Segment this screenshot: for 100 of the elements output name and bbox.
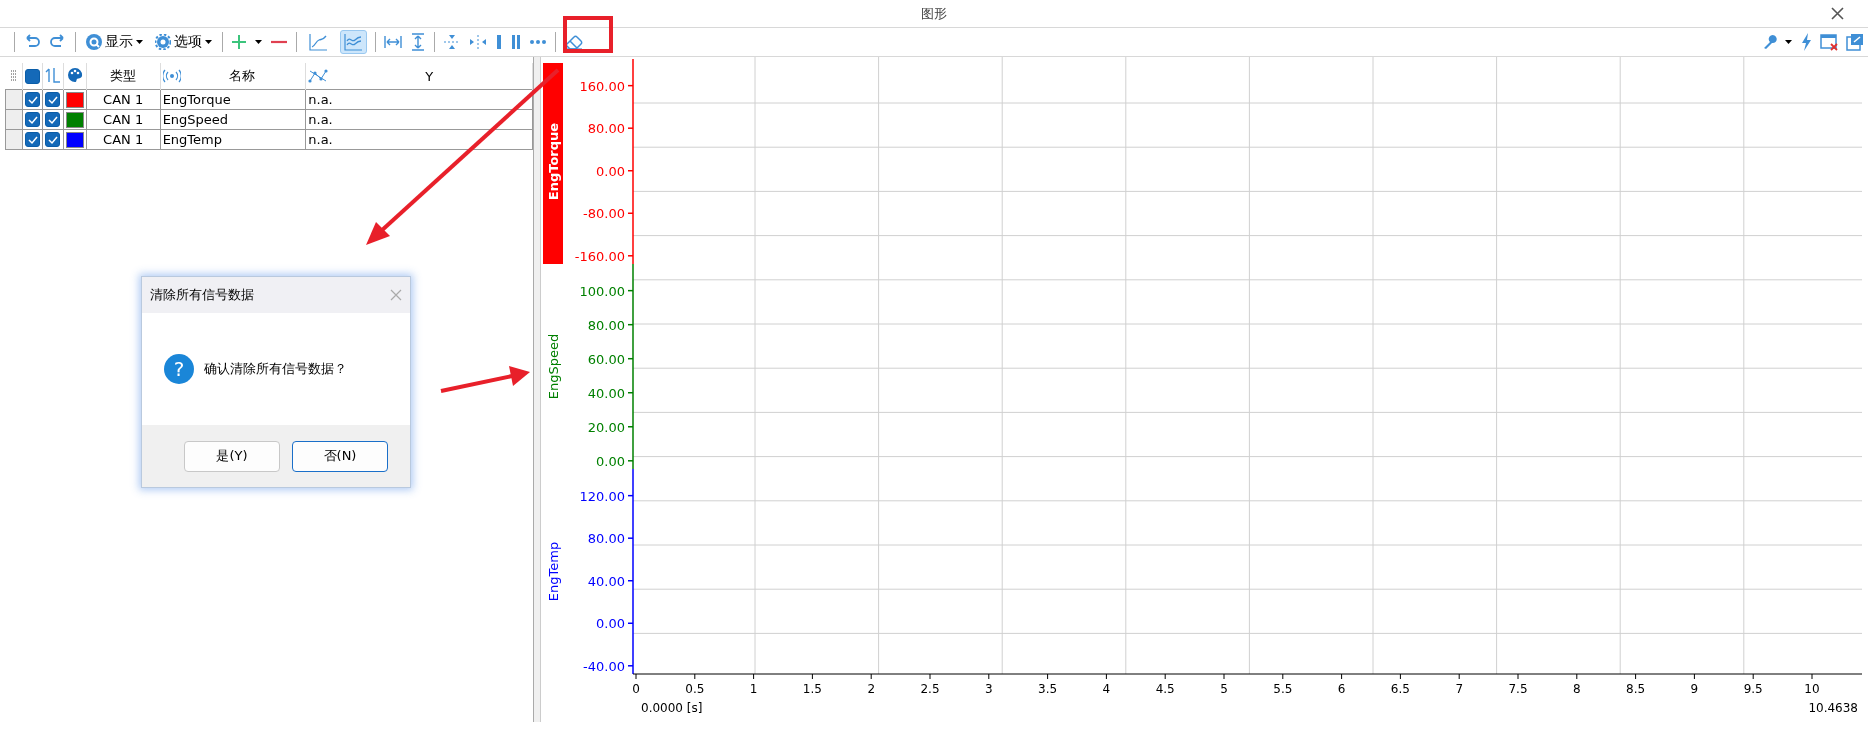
tick-label: 80.00 (587, 121, 625, 137)
tick-label: 2 (867, 682, 875, 696)
stacked-lines-icon (344, 33, 363, 51)
select-all-checkbox[interactable] (24, 68, 40, 84)
column-header[interactable]: 类型 (88, 67, 158, 85)
cursor-vertical-icon[interactable] (469, 34, 487, 50)
no-button[interactable]: 否(N) (292, 440, 388, 472)
tick-label: 120.00 (579, 488, 625, 504)
axis-checkbox[interactable] (44, 112, 60, 127)
undo-icon[interactable] (23, 34, 41, 50)
tick-label: 0.5 (685, 682, 705, 696)
display-menu-button[interactable]: 显示 (84, 32, 145, 52)
tick-label: 160.00 (579, 78, 625, 94)
visible-checkbox[interactable] (24, 112, 40, 127)
tick-label: 1 (749, 682, 758, 696)
redo-icon[interactable] (49, 34, 67, 50)
tick-mark (627, 392, 634, 394)
tick-mark (627, 579, 634, 582)
tick-mark (627, 460, 634, 462)
tick-mark (1576, 673, 1578, 680)
table-cell: CAN 1 (86, 109, 161, 130)
axis-label[interactable]: EngSpeed (546, 333, 561, 400)
tick-label: 8 (1573, 682, 1581, 696)
table-cell: EngTorque (160, 89, 306, 110)
stacked-chart-button[interactable] (340, 30, 367, 54)
window-close-icon[interactable] (1820, 33, 1838, 51)
tick-label: 4.5 (1155, 682, 1175, 696)
tick-mark (627, 323, 634, 326)
axis-checkbox[interactable] (44, 132, 60, 147)
yes-button[interactable]: 是(Y) (184, 440, 280, 472)
tick-label: 0.00 (596, 453, 625, 469)
visible-checkbox[interactable] (24, 92, 40, 107)
tick-mark (627, 357, 634, 360)
close-icon[interactable] (1831, 7, 1844, 20)
tick-label: 4 (1102, 682, 1111, 696)
tick-mark (627, 537, 634, 539)
signal-icon (162, 69, 181, 83)
visible-checkbox[interactable] (24, 132, 40, 147)
tick-mark (753, 673, 755, 680)
tick-mark (627, 426, 634, 428)
tick-mark (1164, 673, 1166, 680)
caret-icon (205, 40, 212, 44)
color-swatch[interactable] (65, 91, 84, 108)
table-cell: n.a. (305, 129, 533, 150)
fit-horizontal-icon[interactable] (384, 34, 402, 50)
tick-label: 40.00 (587, 573, 625, 589)
window-title: 图形 (921, 4, 947, 23)
tick-label: 6 (1337, 682, 1346, 696)
axis-checkbox[interactable] (44, 92, 60, 107)
table-cell: n.a. (305, 89, 533, 110)
tick-label: 80.00 (587, 317, 625, 333)
cursor-horizontal-icon[interactable] (443, 34, 461, 50)
tick-mark (1458, 673, 1460, 680)
tick-label: 20.00 (587, 419, 625, 435)
row-handle-icon (9, 68, 18, 81)
tick-mark (627, 84, 634, 87)
tick-label: 7.5 (1508, 682, 1528, 696)
settings-icon (155, 34, 171, 50)
dialog-message: 确认清除所有信号数据？ (204, 360, 347, 378)
column-header[interactable]: Y (328, 68, 530, 84)
color-swatch[interactable] (65, 131, 84, 148)
tick-label: 2.5 (920, 682, 940, 696)
axis-sort-icon (44, 66, 61, 83)
tick-mark (1811, 673, 1813, 680)
lightning-icon[interactable] (1800, 33, 1812, 51)
tick-mark (627, 127, 634, 129)
caret-icon[interactable] (1785, 40, 1792, 44)
tick-mark (811, 673, 813, 680)
caret-icon[interactable] (255, 40, 262, 44)
axis-label[interactable]: EngTemp (546, 541, 561, 602)
tick-label: 3.5 (1038, 682, 1058, 696)
table-cell: n.a. (305, 109, 533, 130)
tick-mark (627, 494, 634, 497)
tick-label: -40.00 (583, 658, 625, 674)
tick-mark (1282, 673, 1284, 680)
column-header[interactable]: 名称 (180, 67, 304, 85)
color-swatch[interactable] (65, 111, 84, 128)
tick-mark (1752, 673, 1754, 680)
axis-label[interactable]: EngTorque (546, 122, 561, 201)
tick-mark (694, 673, 696, 680)
more-icon[interactable] (529, 39, 547, 45)
double-bar-icon[interactable] (511, 34, 521, 50)
question-icon: ? (164, 354, 194, 384)
palette-icon (66, 66, 83, 83)
tick-label: 10 (1804, 682, 1820, 696)
tick-label: 0.00 (596, 163, 625, 179)
tick-mark (1635, 673, 1637, 680)
tick-mark (1223, 673, 1225, 680)
eraser-icon[interactable] (564, 34, 584, 50)
tick-label: -160.00 (574, 248, 625, 264)
search-icon (86, 34, 102, 50)
table-cell: CAN 1 (86, 129, 161, 150)
tick-mark (627, 289, 634, 292)
fit-vertical-icon[interactable] (410, 33, 426, 51)
plus-icon[interactable] (231, 34, 247, 50)
tick-label: 5 (1220, 682, 1228, 696)
popout-window-icon[interactable] (1846, 33, 1864, 51)
single-bar-icon[interactable] (495, 34, 503, 50)
tick-label: 80.00 (587, 531, 625, 547)
options-menu-button[interactable]: 选项 (153, 32, 214, 52)
